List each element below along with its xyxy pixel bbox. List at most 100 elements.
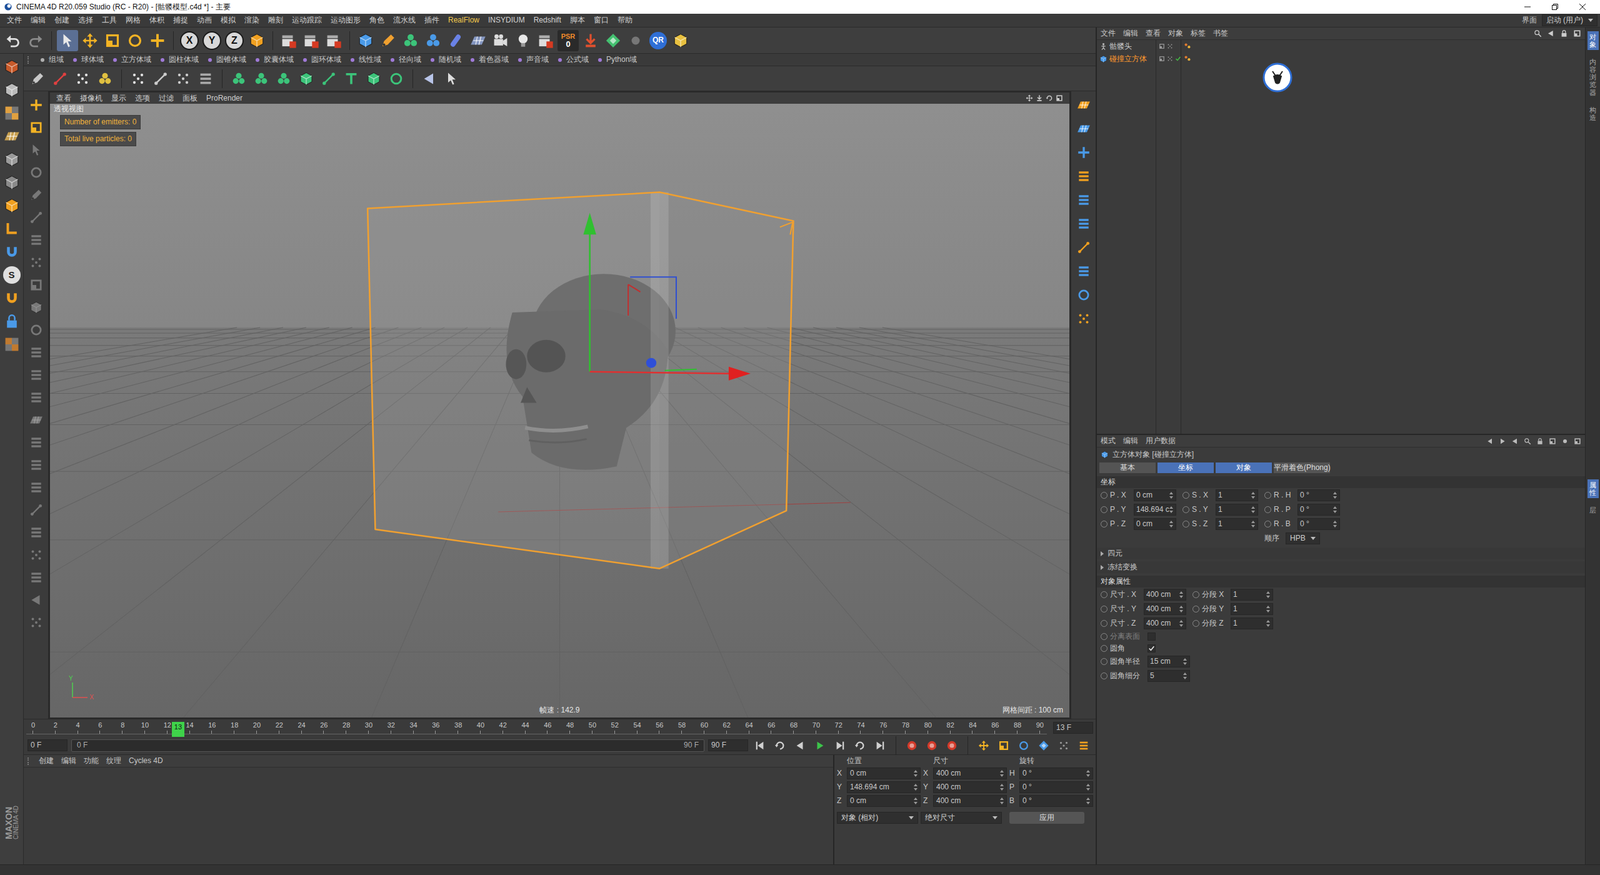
field-icon[interactable] [428, 56, 437, 64]
menu-item[interactable]: 雕刻 [263, 15, 288, 25]
animate-radio[interactable] [1100, 506, 1108, 514]
last-frame-icon[interactable] [871, 737, 889, 754]
points-icon[interactable] [128, 68, 149, 89]
coordinate-field[interactable]: 0 cm [846, 767, 921, 780]
timeline-ruler[interactable]: 0246810121416182022242628303234363840424… [26, 721, 1047, 735]
snap-button[interactable]: S [3, 266, 21, 284]
extrude-icon[interactable] [363, 68, 384, 89]
attribute-tab[interactable]: 坐标 [1157, 462, 1214, 474]
animate-radio[interactable] [1192, 620, 1200, 627]
first-frame-icon[interactable] [751, 737, 769, 754]
grip-handle[interactable] [27, 56, 32, 64]
volume-icon[interactable] [419, 68, 440, 89]
voronoi-icon[interactable] [296, 68, 317, 89]
field-button[interactable]: 圆锥体域 [206, 55, 247, 65]
sculpt-tool-icon[interactable] [26, 432, 47, 453]
subdivision-icon[interactable] [400, 30, 422, 52]
add-icon[interactable] [26, 95, 47, 115]
attribute-tool-icon[interactable] [1536, 437, 1544, 445]
field-button[interactable]: 线性域 [348, 55, 382, 65]
scatter-icon[interactable] [173, 68, 194, 89]
record-icon[interactable] [903, 737, 920, 754]
effector-icon[interactable] [386, 68, 407, 89]
render-settings-icon[interactable] [323, 30, 345, 52]
sphere-icon[interactable] [625, 30, 647, 52]
field-button[interactable]: 球体域 [71, 55, 104, 65]
field-button[interactable]: 圆环体域 [301, 55, 342, 65]
side-tab[interactable]: 构造 [1589, 104, 1597, 124]
view-tool-icon[interactable] [1073, 190, 1094, 210]
side-tab[interactable]: 内容浏览器 [1589, 56, 1597, 98]
axis-lock-button[interactable]: Y [202, 31, 222, 50]
sculpt-tool-icon[interactable] [26, 477, 47, 498]
cloner-icon[interactable] [228, 68, 249, 89]
select-icon[interactable] [56, 30, 79, 52]
end-frame-field[interactable]: 90 F [708, 739, 749, 752]
undo-icon[interactable] [2, 30, 24, 52]
menu-item[interactable]: 捕捉 [168, 15, 193, 25]
material-menu-item[interactable]: Cycles 4D [128, 756, 164, 766]
menu-item[interactable]: 网格 [121, 15, 145, 25]
sculpt-tool-icon[interactable] [26, 590, 47, 610]
scale-icon[interactable] [101, 30, 124, 52]
attribute-menu-item[interactable]: 编辑 [1123, 436, 1139, 446]
field-button[interactable]: 公式域 [556, 55, 589, 65]
field-button[interactable]: Python域 [596, 55, 637, 65]
attribute-tool-icon[interactable] [1548, 437, 1557, 445]
close-icon[interactable] [1568, 0, 1597, 14]
picture-viewer-icon[interactable] [535, 30, 557, 52]
attribute-tool-icon[interactable] [1498, 437, 1507, 445]
preview-range[interactable]: 0 F 90 F [71, 739, 705, 752]
collapsed-group[interactable]: 四元 [1096, 547, 1585, 560]
menu-item[interactable]: Redshift [529, 15, 566, 25]
expand-icon[interactable] [1100, 565, 1104, 570]
tag-icon[interactable] [1183, 42, 1192, 50]
spline-icon[interactable] [150, 68, 171, 89]
animate-radio[interactable] [1264, 506, 1272, 514]
axis-lock-button[interactable]: Z [225, 31, 244, 50]
attribute-tool-icon[interactable] [1511, 437, 1519, 445]
coordinate-field[interactable]: 0 cm [846, 795, 921, 807]
field-icon[interactable] [596, 56, 604, 64]
sculpt-tool-icon[interactable] [26, 387, 47, 408]
prev-frame-icon[interactable] [791, 737, 809, 754]
animate-radio[interactable] [1182, 506, 1190, 514]
menu-item[interactable]: 脚本 [565, 15, 590, 25]
view-nav-icon[interactable] [1055, 94, 1064, 102]
object-tool-icon[interactable] [1573, 29, 1582, 38]
points-mode-icon[interactable] [1, 148, 23, 170]
sculpt-tool-icon[interactable] [26, 252, 47, 273]
animate-radio[interactable] [1100, 645, 1108, 652]
field-button[interactable]: 径向域 [388, 55, 422, 65]
attribute-tab[interactable]: 对象 [1215, 462, 1272, 474]
view-tool-icon[interactable] [1073, 285, 1094, 305]
next-frame-icon[interactable] [831, 737, 849, 754]
field-icon[interactable] [468, 56, 477, 64]
view-tool-icon[interactable] [1073, 261, 1094, 282]
attribute-tab[interactable]: 平滑着色(Phong) [1273, 462, 1330, 474]
field-button[interactable]: 随机域 [428, 55, 462, 65]
menu-item[interactable]: 动画 [192, 15, 217, 25]
parameter-field[interactable]: 400 cm [1143, 617, 1187, 630]
object-name[interactable]: 骷髅头 [1109, 41, 1132, 52]
snap-icon[interactable] [602, 30, 624, 52]
field-icon[interactable] [206, 56, 214, 64]
attribute-tool-icon[interactable] [1561, 437, 1569, 445]
animate-radio[interactable] [1100, 591, 1108, 599]
coordinate-mode-select[interactable]: 对象 (相对) [836, 811, 919, 824]
object-tool-icon[interactable] [1560, 29, 1569, 38]
minimize-icon[interactable] [1513, 0, 1542, 14]
object-menu-item[interactable]: 查看 [1145, 28, 1161, 39]
side-tab[interactable]: 层 [1589, 504, 1597, 516]
sculpt-tool-icon[interactable] [26, 162, 47, 183]
parameter-field[interactable]: 148.694 c [1133, 503, 1177, 516]
keyframe-selection-icon[interactable] [943, 737, 960, 754]
drop-icon[interactable] [580, 30, 602, 52]
coordinate-field[interactable]: 400 cm [933, 767, 1007, 780]
field-button[interactable]: 声音域 [516, 55, 549, 65]
menu-item[interactable]: 文件 [2, 15, 27, 25]
object-menu-item[interactable]: 文件 [1100, 28, 1116, 39]
current-frame-field[interactable]: 13 F [1053, 721, 1094, 734]
sculpt-tool-icon[interactable] [26, 500, 47, 520]
material-menu-item[interactable]: 功能 [83, 756, 99, 766]
